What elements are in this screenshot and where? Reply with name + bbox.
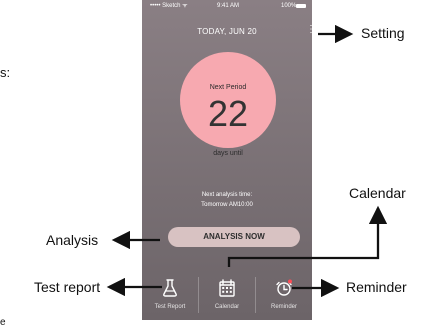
test-report-label: Test Report	[154, 304, 186, 310]
battery-percent: 100%	[281, 3, 297, 9]
tab-test-report[interactable]: Test Report	[142, 269, 198, 320]
calendar-label: Calendar	[214, 304, 240, 310]
battery-icon	[296, 4, 306, 8]
setting-annotation: Setting	[361, 25, 405, 41]
test-report-annotation: Test report	[34, 279, 101, 295]
alarm-clock-icon	[276, 279, 292, 296]
tab-calendar[interactable]: Calendar	[199, 269, 255, 320]
status-bar: ••••• Sketch ᯤ 9:41 AM 100%	[142, 0, 312, 12]
calendar-icon	[219, 279, 235, 297]
tab-reminder[interactable]: Reminder	[256, 269, 312, 320]
next-period-circle: Next Period 22 days until	[180, 52, 276, 157]
date-title: TODAY, JUN 20	[197, 27, 257, 36]
flask-icon	[163, 279, 177, 297]
days-until-label: days until	[213, 150, 243, 157]
left-cutoff-top-text: s:	[0, 65, 11, 80]
bottom-navigation: Test Report Calendar Reminder	[142, 269, 312, 320]
reminder-annotation: Reminder	[346, 279, 407, 295]
status-time: 9:41 AM	[217, 3, 240, 9]
annotated-screenshot: s: e ••••• Sketch ᯤ 9:41 AM 100% TODAY, …	[0, 0, 443, 329]
next-analysis-time: Next analysis time: Tomorrow AM10:00	[167, 190, 287, 210]
reminder-label: Reminder	[270, 304, 297, 310]
analysis-now-button[interactable]: ANALYSIS NOW	[168, 227, 300, 247]
calendar-annotation: Calendar	[349, 185, 406, 201]
carrier-signal-text: ••••• Sketch ᯤ	[150, 3, 188, 9]
next-period-label: Next Period	[209, 84, 247, 91]
next-analysis-label: Next analysis time:	[201, 192, 253, 198]
left-cutoff-bottom-text: e	[0, 317, 6, 328]
analysis-annotation: Analysis	[46, 232, 99, 248]
next-analysis-value: Tomorrow AM10:00	[201, 202, 253, 208]
mobile-app-screen: ••••• Sketch ᯤ 9:41 AM 100% TODAY, JUN 2…	[142, 0, 312, 320]
days-until-period-number: 22	[207, 93, 249, 134]
more-vertical-icon[interactable]: ⋮	[306, 25, 312, 39]
